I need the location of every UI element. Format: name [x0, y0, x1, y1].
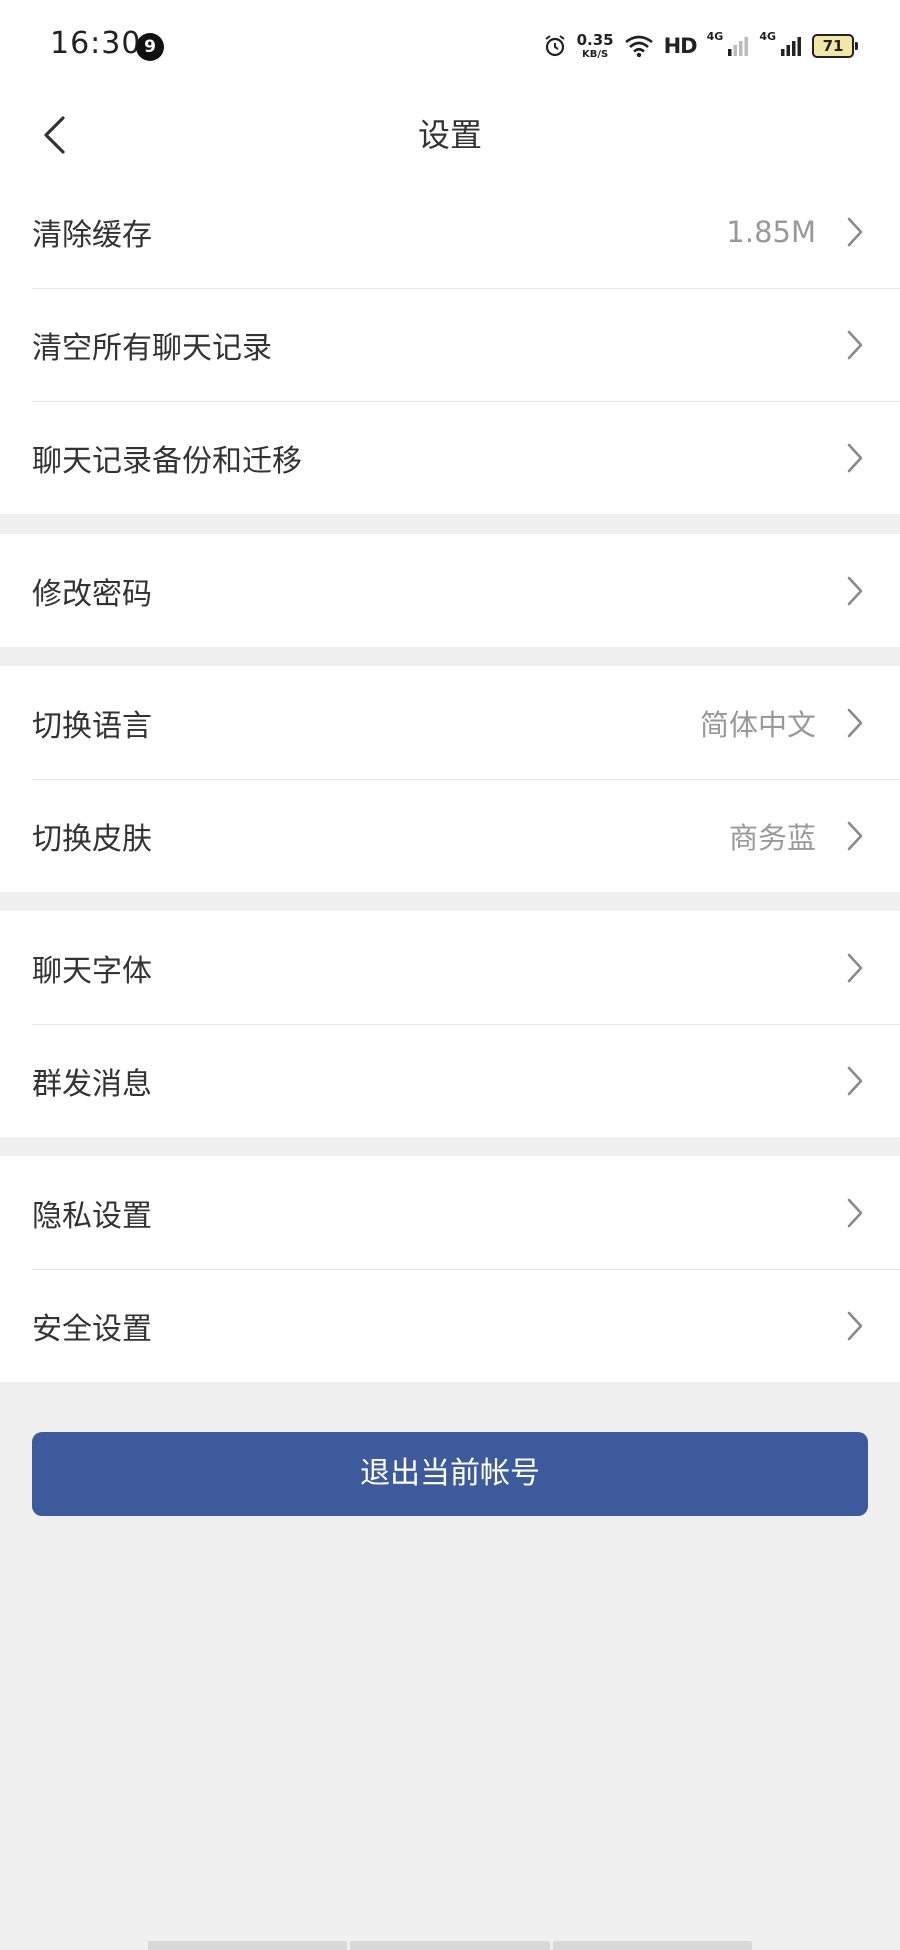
signal-bars-icon: [728, 37, 749, 56]
settings-group-appearance: 切换语言 简体中文 切换皮肤 商务蓝: [0, 666, 900, 892]
logout-button[interactable]: 退出当前帐号: [32, 1432, 868, 1516]
settings-group-privacy: 隐私设置 安全设置: [0, 1156, 900, 1382]
settings-item-privacy[interactable]: 隐私设置: [0, 1156, 900, 1269]
home-indicator: [148, 1941, 752, 1950]
chevron-right-icon: [844, 574, 866, 608]
settings-item-clear-cache[interactable]: 清除缓存 1.85M: [0, 175, 900, 288]
settings-group-storage: 清除缓存 1.85M 清空所有聊天记录 聊天记录备份和迁移: [0, 175, 900, 514]
home-indicator-segment: [552, 1941, 752, 1950]
status-icons: 0.35 KB/S HD 4G 4G 71: [543, 28, 858, 64]
home-indicator-segment: [148, 1941, 348, 1950]
settings-item-label: 安全设置: [32, 1311, 152, 1347]
settings-item-label: 清空所有聊天记录: [32, 330, 272, 366]
settings-item-label: 切换语言: [32, 708, 152, 744]
settings-item-broadcast[interactable]: 群发消息: [0, 1024, 900, 1137]
signal-label-1: 4G: [706, 30, 724, 43]
settings-item-clear-chat-history[interactable]: 清空所有聊天记录: [0, 288, 900, 401]
chevron-right-icon: [844, 441, 866, 475]
settings-item-label: 聊天字体: [32, 953, 152, 989]
status-time: 16:30: [50, 26, 142, 61]
settings-item-security[interactable]: 安全设置: [0, 1269, 900, 1382]
battery-icon: 71: [812, 34, 858, 58]
network-speed-unit: KB/S: [581, 48, 609, 60]
settings-item-change-password[interactable]: 修改密码: [0, 534, 900, 647]
back-button[interactable]: [22, 103, 86, 167]
notification-badge: 9: [136, 33, 164, 61]
chevron-right-icon: [844, 215, 866, 249]
wifi-icon: [624, 35, 653, 58]
settings-item-label: 聊天记录备份和迁移: [32, 443, 302, 479]
chevron-right-icon: [844, 328, 866, 362]
language-value: 简体中文: [699, 707, 816, 742]
cache-size-value: 1.85M: [726, 214, 816, 249]
skin-value: 商务蓝: [728, 820, 816, 855]
chevron-right-icon: [844, 1064, 866, 1098]
page-title: 设置: [417, 116, 482, 154]
settings-group-chat: 聊天字体 群发消息: [0, 911, 900, 1137]
signal-bars-icon: [781, 37, 801, 56]
status-bar: 16:30 9 0.35 KB/S HD 4G 4G 71: [0, 0, 900, 95]
chevron-right-icon: [844, 706, 866, 740]
home-indicator-segment: [350, 1941, 550, 1950]
chevron-right-icon: [844, 819, 866, 853]
chevron-right-icon: [844, 951, 866, 985]
settings-item-label: 群发消息: [32, 1066, 152, 1102]
settings-item-language[interactable]: 切换语言 简体中文: [0, 666, 900, 779]
settings-item-label: 修改密码: [32, 576, 152, 612]
alarm-icon: [544, 35, 565, 57]
settings-item-label: 切换皮肤: [32, 821, 152, 857]
settings-item-skin[interactable]: 切换皮肤 商务蓝: [0, 779, 900, 892]
network-speed-value: 0.35: [576, 30, 614, 49]
settings-item-label: 清除缓存: [32, 217, 152, 253]
settings-item-chat-backup[interactable]: 聊天记录备份和迁移: [0, 401, 900, 514]
signal-label-2: 4G: [759, 30, 776, 43]
settings-group-password: 修改密码: [0, 534, 900, 647]
network-speed: 0.35 KB/S: [576, 30, 614, 60]
settings-item-chat-font[interactable]: 聊天字体: [0, 911, 900, 1024]
chevron-left-icon: [44, 116, 65, 154]
nav-bar: 设置: [0, 95, 900, 175]
settings-item-label: 隐私设置: [32, 1198, 152, 1234]
chevron-right-icon: [844, 1309, 866, 1343]
chevron-right-icon: [844, 1196, 866, 1230]
hd-indicator: HD: [663, 34, 698, 58]
